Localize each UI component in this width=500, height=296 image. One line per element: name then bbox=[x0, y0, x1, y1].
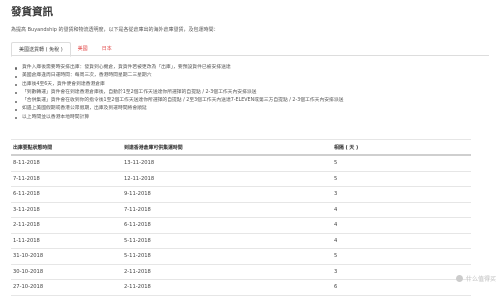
tab-japan[interactable]: 日本 bbox=[95, 42, 119, 55]
cell-dispatch-date: 7-11-2018 bbox=[13, 175, 40, 182]
cell-dispatch-date: 30-10-2018 bbox=[13, 268, 44, 275]
watermark-text: 什么值得买 bbox=[465, 276, 496, 283]
table-row: 3-11-2018 7-11-2018 4 bbox=[11, 203, 471, 218]
col-header-dispatch: 出庫要點狀態時間 bbox=[13, 145, 53, 151]
cell-arrival-date: 5-11-2018 bbox=[124, 253, 151, 260]
shipping-schedule-table: 出庫要點狀態時間 到達香港倉庫可供集運時間 相隔 ( 天 ) 8-11-2018… bbox=[11, 141, 471, 296]
cell-arrival-date: 5-11-2018 bbox=[124, 237, 151, 244]
note-item: 貨件入庫後需要時安排出庫：發貨到心機倉，貨貨件若被更改為「出庫」，要預設貨件已被… bbox=[15, 64, 343, 72]
table-top-divider bbox=[11, 139, 471, 140]
table-row: 30-10-2018 2-11-2018 3 bbox=[11, 265, 471, 280]
table-row: 6-11-2018 9-11-2018 3 bbox=[11, 187, 471, 203]
note-item: 「合併集運」貨件會在收到你的指令後1至2個工作天送達你所選擇的自提點 / 2至3… bbox=[15, 97, 343, 105]
cell-arrival-date: 6-11-2018 bbox=[124, 222, 151, 229]
col-header-arrival: 到達香港倉庫可供集運時間 bbox=[124, 145, 183, 151]
cell-days: 4 bbox=[334, 206, 338, 213]
cell-days: 4 bbox=[334, 222, 338, 229]
cell-dispatch-date: 1-11-2018 bbox=[13, 237, 40, 244]
table-row: 7-11-2018 12-11-2018 5 bbox=[11, 172, 471, 187]
tab-divider bbox=[11, 55, 489, 56]
table-row: 31-10-2018 5-11-2018 5 bbox=[11, 249, 471, 265]
page-title: 發貨資訊 bbox=[11, 6, 53, 18]
site-watermark: 什么值得买 bbox=[455, 274, 496, 283]
region-tabs: 美國送貨轉 ( 免稅 ) 美國 日本 bbox=[11, 42, 119, 57]
cell-dispatch-date: 8-11-2018 bbox=[13, 160, 40, 167]
note-item: 出庫後4至6天，貨件便會到達香港倉庫 bbox=[15, 81, 343, 89]
cell-dispatch-date: 27-10-2018 bbox=[13, 284, 44, 291]
page-intro: 為提高 Buyandship 的發貨和物流透明度，以下是各從倉庫出的海外倉庫發貨… bbox=[11, 27, 219, 33]
cell-arrival-date: 7-11-2018 bbox=[124, 206, 151, 213]
cell-dispatch-date: 2-11-2018 bbox=[13, 222, 40, 229]
table-row: 8-11-2018 13-11-2018 5 bbox=[11, 156, 471, 172]
cell-dispatch-date: 3-11-2018 bbox=[13, 206, 40, 213]
tab-us[interactable]: 美國 bbox=[71, 42, 95, 55]
table-row: 2-11-2018 6-11-2018 4 bbox=[11, 218, 471, 234]
note-item: 如遇上美國假期或香港公眾假期，出庫及到運時間將會順延 bbox=[15, 105, 343, 113]
cell-dispatch-date: 31-10-2018 bbox=[13, 253, 44, 260]
cell-days: 3 bbox=[334, 268, 338, 275]
note-item: 美國倉庫逢周日運時間：每周三次，香港時間星期二三星期六 bbox=[15, 72, 343, 80]
col-header-days: 相隔 ( 天 ) bbox=[334, 145, 359, 151]
cell-arrival-date: 2-11-2018 bbox=[124, 268, 151, 275]
cell-days: 5 bbox=[334, 160, 338, 167]
cell-arrival-date: 9-11-2018 bbox=[124, 191, 151, 198]
cell-days: 5 bbox=[334, 175, 338, 182]
table-row: 27-10-2018 2-11-2018 6 bbox=[11, 280, 471, 296]
watermark-logo-icon bbox=[455, 275, 463, 282]
cell-days: 4 bbox=[334, 237, 338, 244]
shipping-notes: 貨件入庫後需要時安排出庫：發貨到心機倉，貨貨件若被更改為「出庫」，要預設貨件已被… bbox=[15, 64, 343, 122]
cell-arrival-date: 12-11-2018 bbox=[124, 175, 155, 182]
note-item: 以上時間並以香港本地時間計算 bbox=[15, 114, 343, 122]
table-header-row: 出庫要點狀態時間 到達香港倉庫可供集運時間 相隔 ( 天 ) bbox=[11, 141, 471, 156]
cell-dispatch-date: 6-11-2018 bbox=[13, 191, 40, 198]
cell-days: 6 bbox=[334, 284, 338, 291]
cell-arrival-date: 2-11-2018 bbox=[124, 284, 151, 291]
cell-days: 5 bbox=[334, 253, 338, 260]
table-row: 1-11-2018 5-11-2018 4 bbox=[11, 234, 471, 249]
cell-days: 3 bbox=[334, 191, 338, 198]
cell-arrival-date: 13-11-2018 bbox=[124, 160, 155, 167]
note-item: 「到數轉運」貨件會在到達香港倉庫後，自動於1至2個工作天送達你所選擇的自提點 /… bbox=[15, 89, 343, 97]
